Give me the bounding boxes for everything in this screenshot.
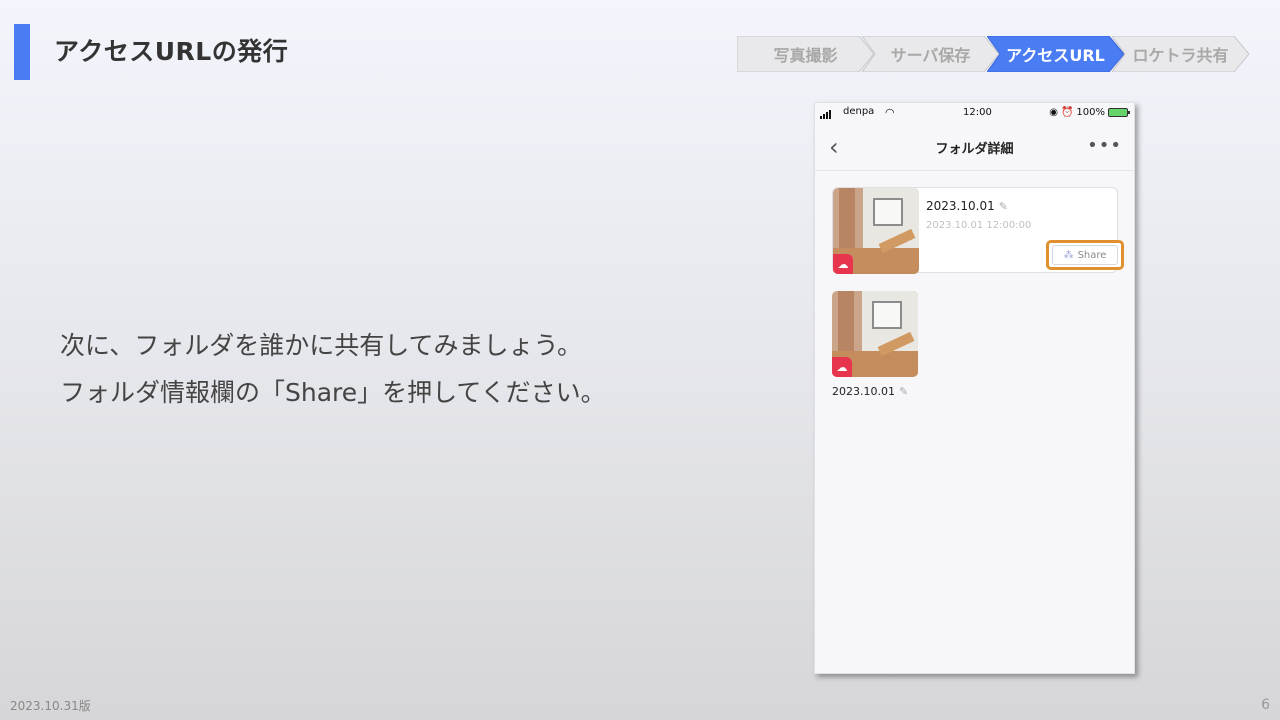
- cloud-icon: ☁: [832, 357, 852, 377]
- lock-rotation-icon: ◉: [1049, 107, 1058, 118]
- page-title: アクセスURLの発行: [54, 37, 289, 66]
- footer-date: 2023.10.31版: [10, 699, 91, 713]
- alarm-icon: ⏰: [1060, 107, 1074, 118]
- step-label: アクセスURL: [1006, 46, 1105, 65]
- title-accent-bar: [14, 24, 30, 80]
- instruction-text: 次に、フォルダを誰かに共有してみましょう。 フォルダ情報欄の「Share」を押し…: [60, 322, 606, 416]
- nav-title: フォルダ詳細: [935, 142, 1014, 157]
- status-bar: denpa ◠ 12:00 ◉ ⏰ 100%: [815, 103, 1134, 125]
- more-dots-icon[interactable]: •••: [1087, 135, 1122, 156]
- folder-info-card[interactable]: ☁ 2023.10.01 ✎ 2023.10.01 12:00:00 ⁂ Shar…: [832, 187, 1124, 274]
- step-4: ロケトラ共有: [1112, 36, 1249, 72]
- step-label: ロケトラ共有: [1132, 46, 1229, 65]
- photo-label-text: 2023.10.01: [832, 385, 895, 398]
- share-button[interactable]: ⁂ Share: [1052, 245, 1118, 265]
- step-2: サーバ保存: [862, 36, 999, 72]
- nav-bar: ‹ フォルダ詳細 •••: [815, 125, 1134, 171]
- instruction-line-2: フォルダ情報欄の「Share」を押してください。: [60, 378, 606, 407]
- photo-grid-item[interactable]: ☁: [832, 291, 918, 377]
- step-label: サーバ保存: [890, 46, 971, 65]
- battery-percent: 100%: [1076, 107, 1105, 118]
- battery-icon: [1108, 108, 1130, 117]
- photo-thumbnail: ☁: [832, 291, 918, 377]
- page-number: 6: [1261, 697, 1270, 713]
- status-right: ◉ ⏰ 100%: [1049, 107, 1130, 118]
- carrier-name: denpa: [843, 106, 875, 117]
- share-label: Share: [1077, 249, 1107, 261]
- signal-icon: [820, 110, 831, 119]
- step-3: アクセスURL: [987, 36, 1124, 72]
- folder-timestamp: 2023.10.01 12:00:00: [926, 220, 1032, 231]
- folder-name-text: 2023.10.01: [926, 199, 995, 213]
- status-time: 12:00: [963, 107, 992, 118]
- instruction-line-1: 次に、フォルダを誰かに共有してみましょう。: [60, 331, 583, 360]
- share-highlight: ⁂ Share: [1046, 240, 1124, 270]
- step-progress: 写真撮影 サーバ保存 アクセスURL ロケトラ共有: [737, 36, 1253, 72]
- photo-label: 2023.10.01 ✎: [832, 385, 908, 398]
- step-1: 写真撮影: [737, 36, 874, 72]
- pencil-icon[interactable]: ✎: [999, 200, 1008, 213]
- step-label: 写真撮影: [773, 46, 838, 65]
- phone-screenshot: denpa ◠ 12:00 ◉ ⏰ 100% ‹ フォルダ詳細 ••• ☁ 20…: [814, 102, 1135, 674]
- cloud-icon: ☁: [833, 254, 853, 274]
- pencil-icon[interactable]: ✎: [899, 385, 908, 398]
- folder-thumbnail: ☁: [833, 188, 919, 274]
- wifi-icon: ◠: [885, 106, 895, 119]
- share-icon: ⁂: [1063, 249, 1074, 261]
- folder-name: 2023.10.01 ✎: [926, 199, 1008, 213]
